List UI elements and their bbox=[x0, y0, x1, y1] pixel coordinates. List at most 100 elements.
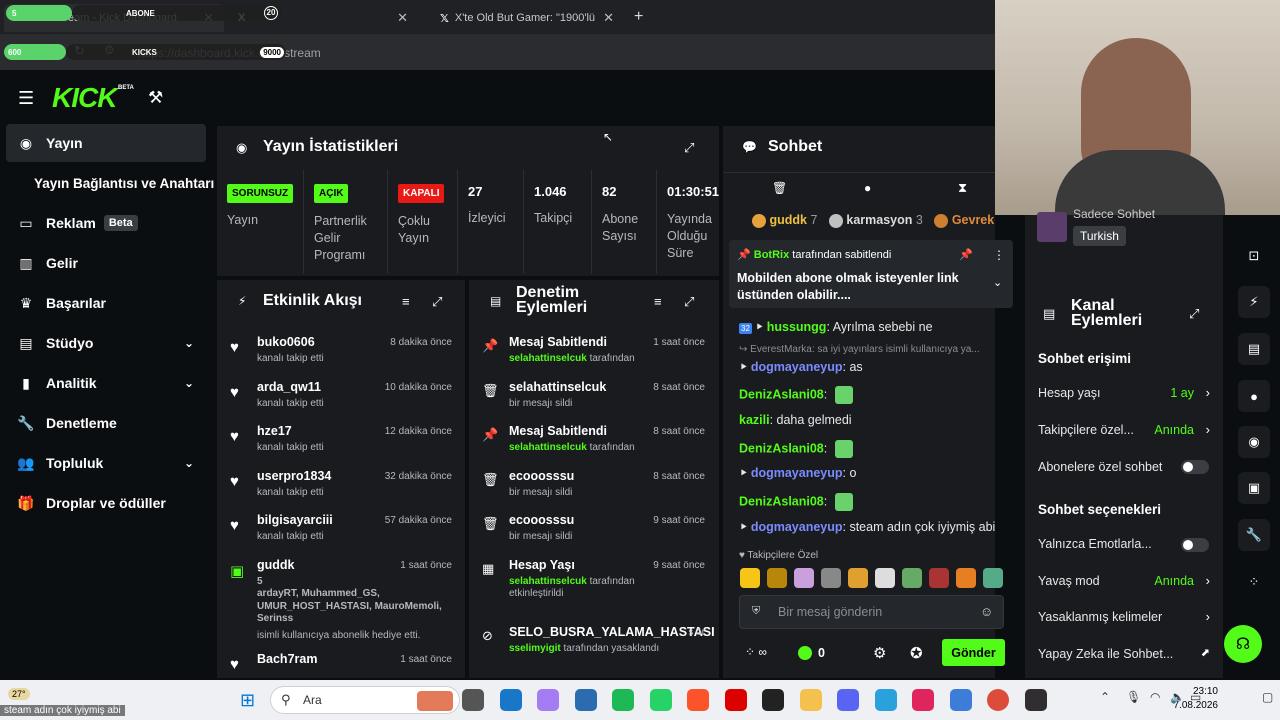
sidebar-item-analitik[interactable]: ▮ Analitik ⌄ bbox=[6, 364, 206, 402]
emote-icon[interactable] bbox=[983, 568, 1003, 588]
sidebar-item-stream-key[interactable]: Yayın Bağlantısı ve Anahtarı bbox=[6, 164, 216, 202]
sidebar-item-gelir[interactable]: ▥ Gelir bbox=[6, 244, 206, 282]
setting-takipcilere-ozel[interactable]: Takipçilere özel... Anında › bbox=[1038, 422, 1218, 437]
discord-icon[interactable] bbox=[837, 689, 859, 711]
close-icon[interactable]: ✕ bbox=[397, 10, 408, 26]
sidebar-item-reklam[interactable]: ▭ Reklam Beta bbox=[6, 204, 206, 242]
document-icon: ▤ bbox=[490, 294, 502, 308]
sidebar-item-yayin[interactable]: ◉ Yayın bbox=[6, 124, 206, 162]
stat-abone: 82 Abone Sayısı bbox=[592, 170, 657, 274]
folder-icon[interactable] bbox=[799, 689, 822, 711]
layout-icon[interactable]: ▣ bbox=[1238, 472, 1270, 504]
filter-icon[interactable]: ≡ bbox=[654, 294, 662, 309]
heart-icon: ♥ bbox=[230, 428, 239, 445]
sidebar-item-basarilar[interactable]: ♛ Başarılar bbox=[6, 284, 206, 322]
whatsapp-icon[interactable] bbox=[649, 689, 672, 711]
wifi-icon[interactable]: ◠ bbox=[1150, 690, 1160, 704]
heart-icon: ♥ bbox=[230, 384, 239, 401]
kick-logo[interactable]: KICK bbox=[52, 82, 117, 114]
screen-icon[interactable]: ⊡ bbox=[1238, 240, 1270, 272]
chat-input[interactable]: ⛨ Bir mesaj gönderin ☺ bbox=[739, 595, 1004, 629]
battery-icon[interactable]: ▭ bbox=[1190, 690, 1201, 704]
notification-icon[interactable]: ▢ bbox=[1262, 690, 1273, 704]
pinned-message: 📌 BotRix tarafından sabitlendi 📌 ⋮ Mobil… bbox=[729, 240, 1013, 308]
send-button[interactable]: Gönder bbox=[942, 639, 1005, 666]
hourglass-icon[interactable]: ⧗ bbox=[958, 180, 967, 196]
telegram-icon[interactable] bbox=[874, 689, 897, 711]
windows-start-icon[interactable]: ⊞ bbox=[240, 690, 255, 711]
spotify-icon[interactable] bbox=[612, 689, 634, 711]
settings-icon[interactable]: ⚙ bbox=[873, 644, 886, 662]
trash-icon[interactable]: 🗑 bbox=[772, 181, 787, 195]
tab-x-old-but-gamer[interactable]: 𝕏 X'te Old But Gamer: "1900'lü yı ✕ bbox=[430, 4, 624, 32]
expand-icon[interactable]: ⤢ bbox=[684, 140, 694, 156]
infinity-icon[interactable]: ⁘ ∞ bbox=[745, 645, 767, 659]
emote-icon[interactable] bbox=[794, 568, 814, 588]
sidebar-item-topluluk[interactable]: 👥 Topluluk ⌄ bbox=[6, 444, 206, 482]
hammer-icon[interactable]: ⚒ bbox=[148, 88, 163, 108]
opera-gx-icon[interactable] bbox=[912, 689, 934, 711]
weather-temp[interactable]: 27° bbox=[8, 688, 30, 700]
file-explorer-icon[interactable] bbox=[462, 689, 484, 711]
broadcast-icon[interactable]: ◉ bbox=[1238, 426, 1270, 458]
activity-item: ♥ Bach7ram 1 saat önce bbox=[230, 652, 452, 673]
wrench-icon[interactable]: 🔧 bbox=[1238, 519, 1270, 551]
sidebar-item-droplar[interactable]: 🎁 Droplar ve ödüller bbox=[6, 484, 206, 522]
sidebar-item-studyo[interactable]: ▤ Stüdyo ⌄ bbox=[6, 324, 206, 362]
broadcast-icon: ◉ bbox=[236, 140, 248, 155]
expand-icon[interactable]: ⤢ bbox=[684, 294, 694, 310]
vscode-icon[interactable] bbox=[949, 689, 972, 711]
language-badge: Turkish bbox=[1073, 226, 1126, 246]
taskbar: 27° steam adın çok iyiymiş abi ⊞ ⚲ Ara 2… bbox=[0, 680, 1280, 720]
emote-icon[interactable] bbox=[848, 568, 868, 588]
emote-icon[interactable] bbox=[821, 568, 841, 588]
setting-yasakli-kelimeler[interactable]: Yasaklanmış kelimeler › bbox=[1038, 609, 1218, 624]
edge-icon[interactable] bbox=[499, 689, 522, 711]
emote-picker-icon[interactable]: ✪ bbox=[910, 644, 923, 662]
setting-yavas-mod[interactable]: Yavaş mod Anında › bbox=[1038, 573, 1218, 588]
volume-icon[interactable]: 🔈 bbox=[1170, 690, 1185, 704]
chat-icon[interactable]: ● bbox=[1238, 380, 1270, 412]
emote-only-toggle[interactable] bbox=[1181, 538, 1209, 552]
setting-hesap-yasi[interactable]: Hesap yaşı 1 ay › bbox=[1038, 385, 1218, 400]
chevron-down-icon[interactable]: ⌄ bbox=[993, 276, 1002, 289]
sidebar-item-denetleme[interactable]: 🔧 Denetleme bbox=[6, 404, 206, 442]
document-icon[interactable]: ▤ bbox=[1238, 333, 1270, 365]
pin-icon[interactable]: 📌 bbox=[959, 248, 973, 261]
emote-icon[interactable] bbox=[740, 568, 760, 588]
expand-icon[interactable]: ⤢ bbox=[1189, 306, 1199, 322]
emoji-icon[interactable]: ☺ bbox=[980, 604, 993, 619]
emote-icon[interactable] bbox=[767, 568, 787, 588]
setting-yapay-zeka[interactable]: Yapay Zeka ile Sohbet... ⬈ bbox=[1038, 647, 1218, 661]
copilot-icon[interactable] bbox=[537, 689, 559, 711]
chat-message: ⯈ dogmayaneyup: o bbox=[739, 466, 857, 480]
brave-icon[interactable] bbox=[687, 689, 709, 711]
filter-icon[interactable]: ≡ bbox=[402, 294, 410, 309]
taskbar-search[interactable]: ⚲ Ara bbox=[270, 686, 460, 714]
new-tab-icon[interactable]: + bbox=[634, 8, 643, 26]
expand-icon[interactable]: ⤢ bbox=[432, 294, 442, 310]
apps-icon[interactable]: ⁘ bbox=[1238, 566, 1270, 598]
chrome-icon[interactable] bbox=[987, 689, 1009, 711]
emote-icon[interactable] bbox=[929, 568, 949, 588]
close-icon[interactable]: ✕ bbox=[603, 10, 614, 26]
menu-icon[interactable]: ☰ bbox=[18, 88, 34, 109]
opera-icon[interactable] bbox=[724, 689, 747, 711]
game-icon[interactable] bbox=[762, 689, 784, 711]
emote-icon[interactable] bbox=[875, 568, 895, 588]
people-icon: 👥 bbox=[17, 454, 35, 471]
chevron-up-icon[interactable]: ⌃ bbox=[1100, 690, 1110, 704]
support-icon[interactable]: ☊ bbox=[1224, 625, 1262, 663]
emote-icon[interactable] bbox=[956, 568, 976, 588]
chat-bubble-icon: 💬 bbox=[742, 140, 757, 154]
followers-only-label: ♥ Takipçilere Özel bbox=[739, 550, 819, 561]
app-icon[interactable] bbox=[574, 689, 597, 711]
subscribers-only-toggle[interactable] bbox=[1181, 460, 1209, 474]
lightning-icon[interactable]: ⚡ bbox=[1238, 286, 1270, 318]
subscriber-badge: 32 bbox=[739, 323, 752, 334]
obs-icon[interactable] bbox=[1024, 689, 1047, 711]
chat-icon[interactable]: ● bbox=[864, 181, 871, 195]
microphone-icon[interactable]: 🎙 bbox=[1126, 690, 1141, 704]
more-icon[interactable]: ⋮ bbox=[993, 248, 1005, 262]
emote-icon[interactable] bbox=[902, 568, 922, 588]
